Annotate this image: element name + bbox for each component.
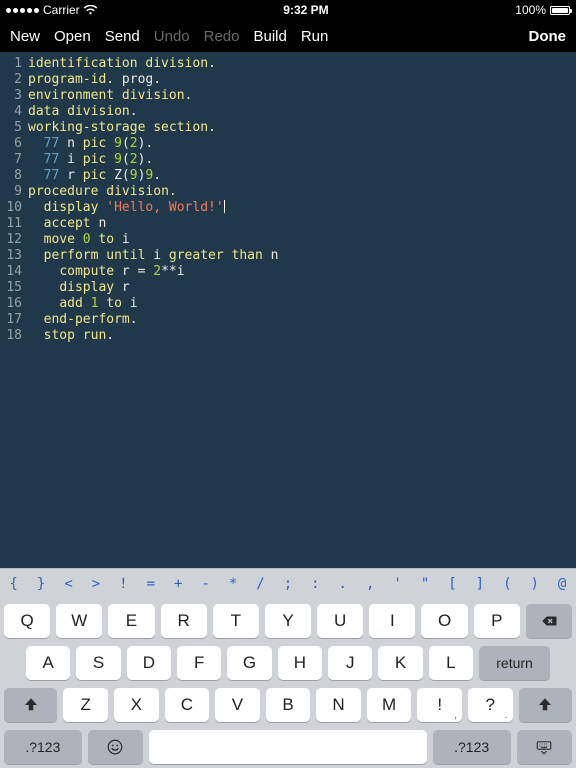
key-r[interactable]: R (161, 604, 207, 638)
key-g[interactable]: G (227, 646, 271, 680)
symbol-key[interactable]: . (329, 576, 356, 592)
key-u[interactable]: U (317, 604, 363, 638)
symbol-key[interactable]: ! (110, 576, 137, 592)
symbol-key[interactable]: @ (548, 576, 575, 592)
symbol-row: {}<>!=+-*/;:.,'"[]()@ (0, 568, 576, 598)
key-row-4: .?123 .?123 (4, 730, 572, 764)
symbol-key[interactable]: * (219, 576, 246, 592)
symbol-key[interactable]: ; (274, 576, 301, 592)
key-n[interactable]: N (316, 688, 361, 722)
key-x[interactable]: X (114, 688, 159, 722)
symbol-key[interactable]: ' (384, 576, 411, 592)
key-row-2: ASDFGHJKLreturn (4, 646, 572, 680)
carrier-label: Carrier (43, 3, 80, 17)
status-bar: Carrier 9:32 PM 100% (0, 0, 576, 20)
open-button[interactable]: Open (54, 28, 91, 45)
battery-percent: 100% (515, 3, 546, 17)
code-editor[interactable]: 123456789101112131415161718 identificati… (0, 52, 576, 568)
return-key[interactable]: return (479, 646, 550, 680)
key-z[interactable]: Z (63, 688, 108, 722)
toolbar: New Open Send Undo Redo Build Run Done (0, 20, 576, 52)
symbol-key[interactable]: + (165, 576, 192, 592)
key-d[interactable]: D (127, 646, 171, 680)
key-l[interactable]: L (429, 646, 473, 680)
numbers-key-left[interactable]: .?123 (4, 730, 82, 764)
build-button[interactable]: Build (253, 28, 286, 45)
signal-icon (6, 8, 39, 13)
key-c[interactable]: C (165, 688, 210, 722)
run-button[interactable]: Run (301, 28, 329, 45)
key-i[interactable]: I (369, 604, 415, 638)
key-q[interactable]: Q (4, 604, 50, 638)
symbol-key[interactable]: [ (439, 576, 466, 592)
code-area[interactable]: identification division.program-id. prog… (28, 56, 576, 568)
key-j[interactable]: J (328, 646, 372, 680)
done-button[interactable]: Done (529, 28, 567, 45)
symbol-key[interactable]: , (356, 576, 383, 592)
wifi-icon (84, 5, 97, 15)
backspace-key[interactable] (526, 604, 572, 638)
numbers-key-right[interactable]: .?123 (433, 730, 511, 764)
key-m[interactable]: M (367, 688, 412, 722)
symbol-key[interactable]: ( (494, 576, 521, 592)
undo-button[interactable]: Undo (154, 28, 190, 45)
symbol-key[interactable]: < (55, 576, 82, 592)
symbol-key[interactable]: > (82, 576, 109, 592)
symbol-key[interactable]: : (302, 576, 329, 592)
key-v[interactable]: V (215, 688, 260, 722)
key-w[interactable]: W (56, 604, 102, 638)
symbol-key[interactable]: / (247, 576, 274, 592)
key-punct[interactable]: ?. (468, 688, 513, 722)
gutter: 123456789101112131415161718 (0, 56, 28, 568)
symbol-key[interactable]: { (0, 576, 27, 592)
symbol-key[interactable]: = (137, 576, 164, 592)
key-k[interactable]: K (378, 646, 422, 680)
space-key[interactable] (149, 730, 427, 764)
clock: 9:32 PM (97, 3, 516, 17)
key-a[interactable]: A (26, 646, 70, 680)
key-e[interactable]: E (108, 604, 154, 638)
key-t[interactable]: T (213, 604, 259, 638)
key-punct[interactable]: !, (417, 688, 462, 722)
key-o[interactable]: O (421, 604, 467, 638)
send-button[interactable]: Send (105, 28, 140, 45)
symbol-key[interactable]: " (411, 576, 438, 592)
battery-icon (550, 6, 570, 15)
key-row-3: ZXCVBNM!,?. (4, 688, 572, 722)
key-b[interactable]: B (266, 688, 311, 722)
key-s[interactable]: S (76, 646, 120, 680)
key-p[interactable]: P (474, 604, 520, 638)
keyboard: QWERTYUIOP ASDFGHJKLreturn ZXCVBNM!,?. .… (0, 598, 576, 768)
key-f[interactable]: F (177, 646, 221, 680)
key-h[interactable]: H (278, 646, 322, 680)
key-y[interactable]: Y (265, 604, 311, 638)
key-row-1: QWERTYUIOP (4, 604, 572, 638)
symbol-key[interactable]: } (27, 576, 54, 592)
new-button[interactable]: New (10, 28, 40, 45)
shift-key[interactable] (4, 688, 57, 722)
symbol-key[interactable]: - (192, 576, 219, 592)
redo-button[interactable]: Redo (204, 28, 240, 45)
hide-keyboard-key[interactable] (517, 730, 573, 764)
emoji-key[interactable] (88, 730, 144, 764)
symbol-key[interactable]: ) (521, 576, 548, 592)
shift-key-right[interactable] (519, 688, 572, 722)
symbol-key[interactable]: ] (466, 576, 493, 592)
